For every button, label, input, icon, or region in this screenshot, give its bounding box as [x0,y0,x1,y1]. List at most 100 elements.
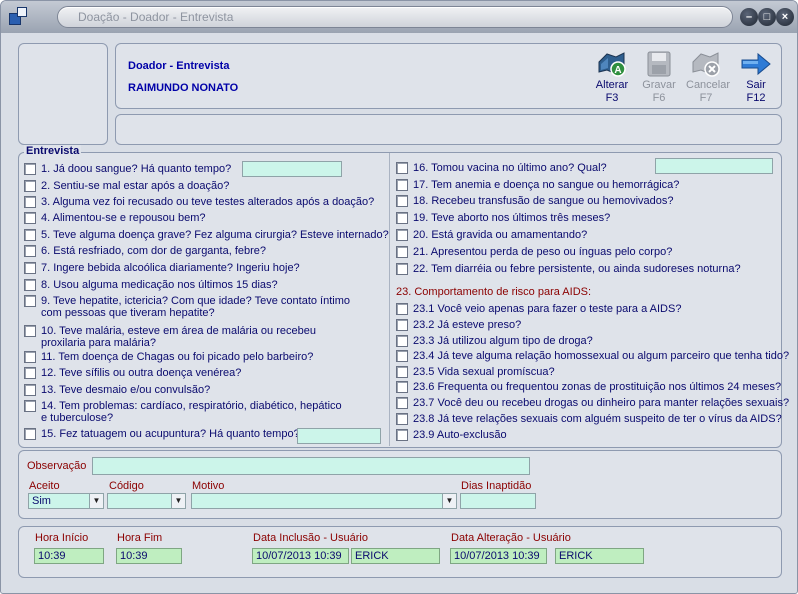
data-alteracao-label: Data Alteração - Usuário [451,532,571,544]
question-checkbox[interactable] [396,263,408,275]
question-checkbox[interactable] [24,367,36,379]
question-text: 5. Teve alguma doença grave? Fez alguma … [41,229,389,241]
question-text: 20. Está gravida ou amamentando? [413,229,588,241]
question-text: 13. Teve desmaio e/ou convulsão? [41,384,211,396]
question-checkbox[interactable] [396,335,408,347]
alterar-button[interactable]: A Alterar F3 [592,50,632,105]
question-text: 23.6 Frequenta ou frequentou zonas de pr… [413,381,782,393]
question-checkbox[interactable] [396,212,408,224]
alterar-icon: A [596,50,628,78]
info-bar [115,114,782,145]
question-text: 7. Ingere bebida alcoólica diariamente? … [41,262,300,274]
q16-vaccine-field[interactable] [655,158,773,174]
close-icon[interactable]: × [776,8,794,26]
gravar-button[interactable]: Gravar F6 [639,50,679,105]
question-text: 6. Está resfriado, com dor de garganta, … [41,245,267,257]
sair-button[interactable]: Sair F12 [736,50,776,105]
question-text: 17. Tem anemia e doença no sangue ou hem… [413,179,680,191]
gravar-key: F6 [652,92,666,104]
question-checkbox[interactable] [396,381,408,393]
column-divider [389,153,390,446]
aceito-select[interactable]: Sim ▼ [28,493,104,509]
motivo-label: Motivo [192,480,225,492]
chevron-down-icon[interactable]: ▼ [442,494,456,508]
question-text: 8. Usou alguma medicação nos últimos 15 … [41,279,278,291]
question-text: 16. Tomou vacina no último ano? Qual? [413,162,607,174]
question-checkbox[interactable] [24,295,36,307]
question-text: 23.8 Já teve relações sexuais com alguém… [413,413,782,425]
question-checkbox[interactable] [396,229,408,241]
question-text: 23.5 Vida sexual promíscua? [413,366,555,378]
dias-inaptidao-label: Dias Inaptidão [461,480,532,492]
codigo-select[interactable]: ▼ [107,493,186,509]
cancelar-key: F7 [699,92,713,104]
question-checkbox[interactable] [24,180,36,192]
question-text: 18. Recebeu transfusão de sangue ou hemo… [413,195,674,207]
title-bar[interactable]: Doação - Doador - Entrevista – □ × [1,1,797,33]
question-checkbox[interactable] [396,162,408,174]
question-text: 2. Sentiu-se mal estar após a doação? [41,180,230,192]
hora-fim-field: 10:39 [116,548,182,564]
cancelar-button[interactable]: Cancelar F7 [686,50,731,105]
hora-inicio-label: Hora Início [35,532,89,544]
q15-time-field[interactable] [297,428,381,444]
question-checkbox[interactable] [24,351,36,363]
question-text: 3. Alguma vez foi recusado ou teve teste… [41,196,375,208]
codigo-label: Código [109,480,144,492]
question-checkbox[interactable] [396,413,408,425]
gravar-label: Gravar [642,79,676,91]
question-checkbox[interactable] [396,179,408,191]
photo-panel [18,43,108,145]
question-checkbox[interactable] [396,195,408,207]
page-title: Doador - Entrevista [128,60,230,72]
question-checkbox[interactable] [24,400,36,412]
observacao-field[interactable] [92,457,530,475]
q1-time-field[interactable] [242,161,342,177]
question-text: 23.9 Auto-exclusão [413,429,507,441]
motivo-select[interactable]: ▼ [191,493,457,509]
question-text: 15. Fez tatuagem ou acupuntura? Há quant… [41,428,300,440]
exit-arrow-icon [740,50,772,78]
usuario-inclusao-field: ERICK [351,548,440,564]
dias-inaptidao-field[interactable] [460,493,536,509]
minimize-icon[interactable]: – [740,8,758,26]
question-checkbox[interactable] [396,319,408,331]
question-checkbox[interactable] [396,429,408,441]
question-checkbox[interactable] [24,384,36,396]
question-checkbox[interactable] [24,245,36,257]
app-icon [9,7,31,27]
question-text: 1. Já doou sangue? Há quanto tempo? [41,163,232,175]
question-checkbox[interactable] [24,163,36,175]
question-checkbox[interactable] [24,229,36,241]
interview-legend: Entrevista [24,145,82,157]
question-checkbox[interactable] [396,366,408,378]
question-checkbox[interactable] [24,325,36,337]
data-inclusao-label: Data Inclusão - Usuário [253,532,368,544]
question-checkbox[interactable] [24,212,36,224]
question-checkbox[interactable] [24,428,36,440]
sair-label: Sair [746,79,766,91]
chevron-down-icon[interactable]: ▼ [171,494,185,508]
aceito-label: Aceito [29,480,60,492]
window-title: Doação - Doador - Entrevista [78,10,234,24]
save-icon [643,50,675,78]
question-checkbox[interactable] [396,397,408,409]
aceito-value: Sim [32,495,51,507]
question-checkbox[interactable] [396,303,408,315]
question-text: 19. Teve aborto nos últimos três meses? [413,212,611,224]
question-checkbox[interactable] [396,246,408,258]
app-window: Doação - Doador - Entrevista – □ × Doado… [0,0,798,594]
question-text: 22. Tem diarréia ou febre persistente, o… [413,263,741,275]
title-pill: Doação - Doador - Entrevista [57,6,733,28]
maximize-icon[interactable]: □ [758,8,776,26]
question-text: 23.4 Já teve alguma relação homossexual … [413,350,790,362]
question-text: 11. Tem doença de Chagas ou foi picado p… [41,351,314,363]
question-checkbox[interactable] [24,279,36,291]
question-checkbox[interactable] [24,196,36,208]
question-checkbox[interactable] [24,262,36,274]
question-text: 23.2 Já esteve preso? [413,319,522,331]
svg-text:A: A [614,65,621,76]
question-checkbox[interactable] [396,350,408,362]
cancelar-label: Cancelar [686,79,731,91]
chevron-down-icon[interactable]: ▼ [89,494,103,508]
